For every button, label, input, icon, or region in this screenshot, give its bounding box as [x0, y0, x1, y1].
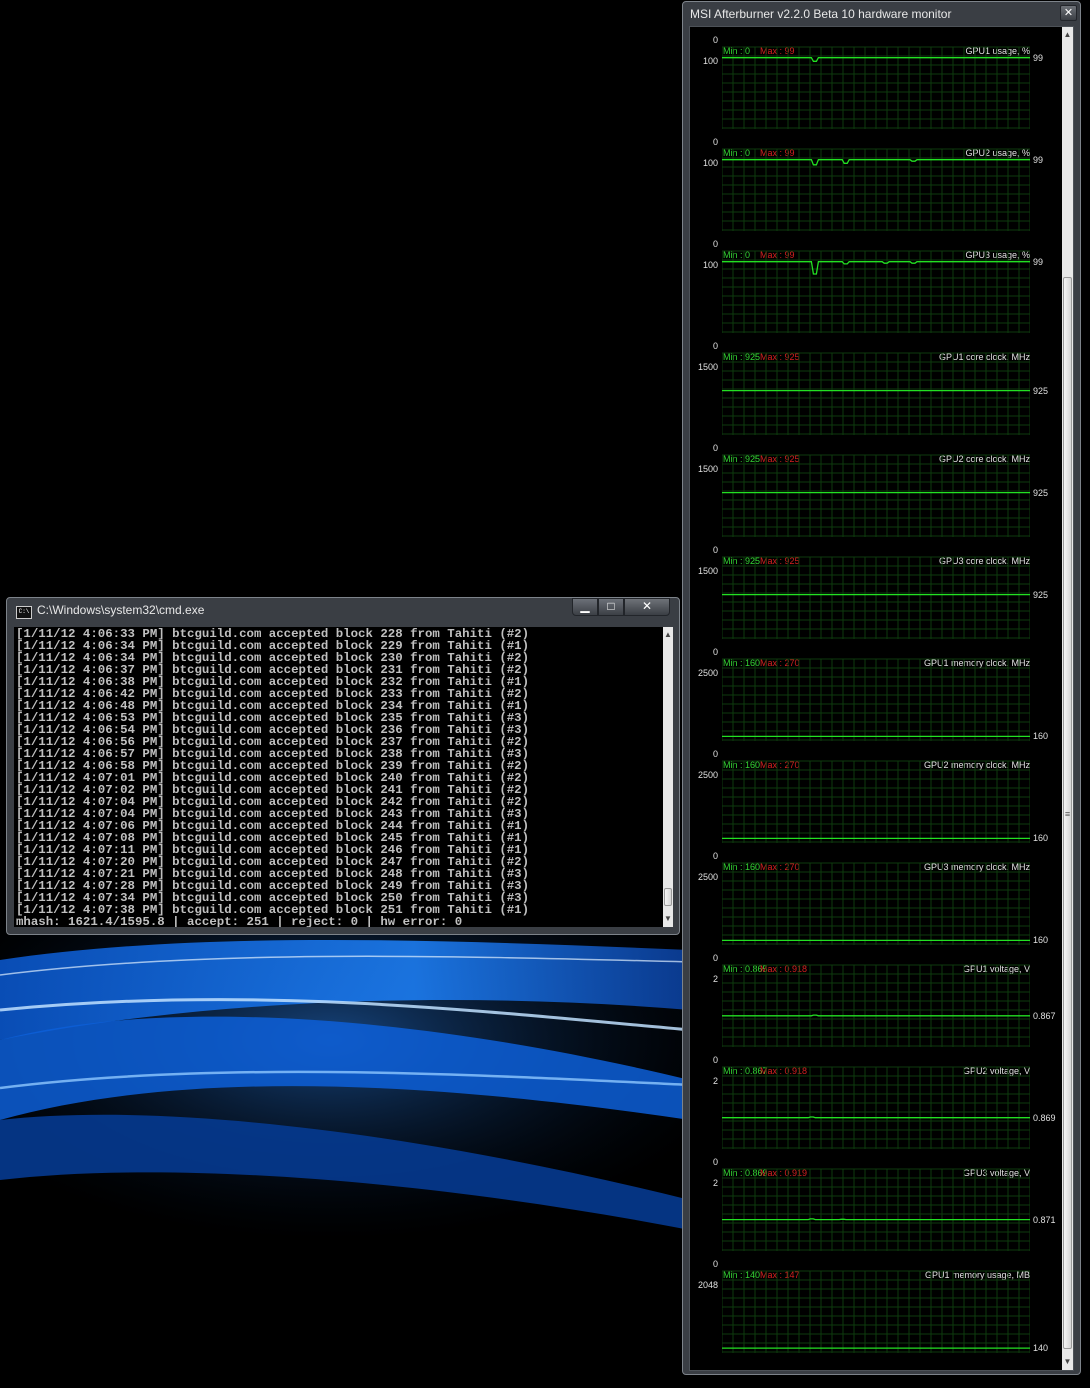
monitor-panel[interactable]: 0 Min : 0 Max : 99 GPU1 usage, % 100 99 0 Min :…	[689, 26, 1074, 1371]
graph-scale-min: 0	[712, 1055, 718, 1065]
cmd-title: C:\Windows\system32\cmd.exe	[37, 603, 205, 617]
graph-scale-max: 1500	[697, 362, 718, 372]
graph-scale-min: 0	[712, 749, 718, 759]
graph-plot	[722, 862, 1030, 945]
graph-current-value: 99	[1033, 256, 1044, 267]
graph-scale-min: 0	[712, 1259, 718, 1269]
graph-plot	[722, 250, 1030, 333]
graph-current-value: 99	[1033, 52, 1044, 63]
graph-12[interactable]: 0 Min : 0.869 Max : 0.919 GPU3 voltage, V20…	[690, 1149, 1060, 1251]
graph-8[interactable]: 0 Min : 160 Max : 270 GPU2 memory clock, MH…	[690, 741, 1060, 843]
scroll-down-arrow-icon[interactable]: ▼	[663, 911, 673, 927]
graph-6[interactable]: 0 Min : 925 Max : 925 GPU3 core clock, MHz 1…	[690, 537, 1060, 639]
graph-4[interactable]: 0 Min : 925 Max : 925 GPU1 core clock, MHz 1…	[690, 333, 1060, 435]
graph-plot	[722, 658, 1030, 741]
cmd-window[interactable]: C:\ C:\Windows\system32\cmd.exe ▁ □ ✕ [1…	[6, 597, 680, 935]
graph-scale-max: 2500	[697, 872, 718, 882]
graph-1[interactable]: 0 Min : 0 Max : 99 GPU1 usage, % 100 99	[690, 27, 1060, 129]
graph-scale-min: 0	[712, 341, 718, 351]
graph-plot	[722, 148, 1030, 231]
graph-plot	[722, 454, 1030, 537]
graph-line	[722, 1218, 1030, 1221]
cmd-scrollbar[interactable]: ▲ ▼	[663, 627, 673, 927]
console-icon: C:\	[16, 606, 32, 619]
graph-scale-min: 0	[712, 1157, 718, 1167]
graph-plot	[722, 46, 1030, 129]
afterburner-title: MSI Afterburner v2.2.0 Beta 10 hardware …	[690, 7, 952, 21]
graph-plot	[722, 1066, 1030, 1149]
graph-current-value: 925	[1033, 589, 1049, 600]
graph-scale-min: 0	[712, 953, 718, 963]
graph-current-value: 140	[1033, 1343, 1049, 1354]
graph-scale-max: 100	[702, 56, 718, 66]
graph-scale-max: 100	[702, 260, 718, 270]
graph-scale-max: 2	[712, 1076, 718, 1086]
graph-scale-max: 2500	[697, 668, 718, 678]
graph-current-value: 925	[1033, 487, 1049, 498]
graph-current-value: 0.867	[1033, 1010, 1056, 1021]
graph-line	[722, 1116, 1030, 1119]
graph-5[interactable]: 0 Min : 925 Max : 925 GPU2 core clock, MHz 1…	[690, 435, 1060, 537]
graph-scale-min: 0	[712, 35, 718, 45]
afterburner-window[interactable]: MSI Afterburner v2.2.0 Beta 10 hardware …	[682, 1, 1081, 1375]
monitor-scroll-thumb[interactable]: ≡	[1063, 277, 1072, 1349]
graph-scale-max: 100	[702, 158, 718, 168]
cmd-scroll-thumb[interactable]	[664, 888, 672, 906]
maximize-button[interactable]: □	[598, 598, 624, 616]
graph-scale-min: 0	[712, 443, 718, 453]
console-output[interactable]: [1/11/12 4:06:33 PM] btcguild.com accept…	[14, 627, 663, 927]
graph-line	[722, 1014, 1030, 1017]
graph-scale-min: 0	[712, 851, 718, 861]
graph-scale-max: 1500	[697, 566, 718, 576]
monitor-scroll-down-icon[interactable]: ▼	[1062, 1354, 1073, 1370]
monitor-scroll-up-icon[interactable]: ▲	[1062, 27, 1073, 43]
graph-scale-min: 0	[712, 545, 718, 555]
graph-scale-max: 2048	[697, 1280, 718, 1290]
graph-current-value: 0.871	[1033, 1214, 1056, 1225]
console-text: [1/11/12 4:06:33 PM] btcguild.com accept…	[16, 627, 530, 927]
graph-9[interactable]: 0 Min : 160 Max : 270 GPU3 memory clock, MH…	[690, 843, 1060, 945]
graph-scale-max: 1500	[697, 464, 718, 474]
afterburner-close-button[interactable]: ✕	[1060, 5, 1077, 21]
graph-plot	[722, 964, 1030, 1047]
graph-scale-min: 0	[712, 239, 718, 249]
graph-scale-max: 2	[712, 974, 718, 984]
graph-scale-max: 2	[712, 1178, 718, 1188]
graph-scale-min: 0	[712, 647, 718, 657]
graph-current-value: 160	[1033, 731, 1049, 742]
graph-current-value: 160	[1033, 833, 1049, 844]
graph-plot	[722, 1168, 1030, 1251]
graph-plot	[722, 1270, 1030, 1353]
graph-scale-min: 0	[712, 137, 718, 147]
graph-plot	[722, 352, 1030, 435]
graph-7[interactable]: 0 Min : 160 Max : 270 GPU1 memory clock, MH…	[690, 639, 1060, 741]
afterburner-titlebar[interactable]: MSI Afterburner v2.2.0 Beta 10 hardware …	[683, 2, 1080, 28]
close-button[interactable]: ✕	[624, 598, 670, 616]
graph-plot	[722, 760, 1030, 843]
graph-current-value: 160	[1033, 935, 1049, 946]
cmd-titlebar[interactable]: C:\ C:\Windows\system32\cmd.exe ▁ □ ✕	[7, 598, 679, 624]
graph-current-value: 0.869	[1033, 1112, 1056, 1123]
graph-10[interactable]: 0 Min : 0.865 Max : 0.918 GPU1 voltage, V20…	[690, 945, 1060, 1047]
monitor-scrollbar[interactable]: ▲ ≡ ▼	[1062, 27, 1073, 1370]
graph-current-value: 99	[1033, 154, 1044, 165]
graph-2[interactable]: 0 Min : 0 Max : 99 GPU2 usage, % 100 99	[690, 129, 1060, 231]
graph-plot	[722, 556, 1030, 639]
graph-current-value: 925	[1033, 385, 1049, 396]
graph-3[interactable]: 0 Min : 0 Max : 99 GPU3 usage, % 100 99	[690, 231, 1060, 333]
graph-scale-max: 2500	[697, 770, 718, 780]
graph-list: 0 Min : 0 Max : 99 GPU1 usage, % 100 99 0 Min :…	[690, 27, 1060, 1370]
minimize-button[interactable]: ▁	[572, 598, 598, 616]
graph-13[interactable]: 0 Min : 140 Max : 147 GPU1 memory usage, MB…	[690, 1251, 1060, 1353]
graph-11[interactable]: 0 Min : 0.867 Max : 0.918 GPU2 voltage, V20…	[690, 1047, 1060, 1149]
scroll-up-arrow-icon[interactable]: ▲	[663, 627, 673, 643]
